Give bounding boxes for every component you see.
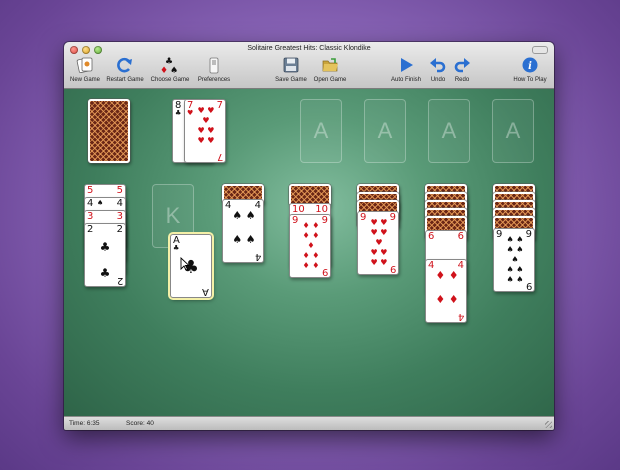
resize-grip[interactable] (545, 421, 552, 428)
choose-game-button[interactable]: ♣ ♦ ♠ Choose Game (148, 55, 192, 87)
mouse-pointer-icon (180, 256, 191, 274)
tableau-card[interactable]: 9 9 ♥ ♥ ♥ ♥ ♥ ♥ ♥ ♥ ♥ 9 (357, 211, 399, 275)
stock-pile[interactable] (88, 99, 130, 163)
redo-icon (450, 55, 474, 75)
restart-game-button[interactable]: Restart Game (104, 55, 146, 87)
card-pips: ♠ ♠ ♠ ♠ ♠ ♠ ♠ ♠ ♠ (506, 235, 524, 284)
card-pips: ♠ ♠ ♠ ♠ (232, 209, 256, 246)
restart-icon (104, 55, 146, 75)
card-pips: ♥ ♥ ♥ ♥ ♥ ♥ ♥ ♥ ♥ (370, 218, 388, 267)
card-pips: ♦ ♦ ♦ ♦ (435, 269, 459, 306)
window-title: Solitaire Greatest Hits: Classic Klondik… (247, 45, 371, 52)
foundation-slot-2[interactable]: A (364, 99, 406, 163)
tableau-card[interactable]: 4 4 ♦ ♦ ♦ ♦ 4 (425, 259, 467, 323)
tableau-card[interactable]: 4 4 ♠ ♠ ♠ ♠ 4 (222, 199, 264, 263)
auto-finish-button[interactable]: Auto Finish (388, 55, 424, 87)
folder-open-icon (310, 55, 350, 75)
info-icon: i (510, 55, 550, 75)
tableau-card[interactable]: 9 9 ♠ ♠ ♠ ♠ ♠ ♠ ♠ ♠ ♠ 9 (493, 228, 535, 292)
card-pips: ♦ ♦ ♦ ♦ ♦ ♦ ♦ ♦ ♦ (302, 221, 320, 270)
svg-text:♦: ♦ (160, 66, 168, 75)
foundation-slot-1[interactable]: A (300, 99, 342, 163)
status-bar: Time: 6:35 Score: 40 (64, 416, 554, 430)
save-game-button[interactable]: Save Game (272, 55, 310, 87)
redo-button[interactable]: Redo (450, 55, 474, 87)
game-table: 8 ♣ 7 7 ♥ ♥ ♥ ♥ ♥ ♥ ♥ ♥ 7 A A A A 55 44 … (64, 89, 554, 417)
foundation-slot-3[interactable]: A (428, 99, 470, 163)
title-bar: Solitaire Greatest Hits: Classic Klondik… (64, 42, 554, 89)
tableau-card[interactable]: 9 9 ♦ ♦ ♦ ♦ ♦ ♦ ♦ ♦ ♦ 9 (289, 214, 331, 278)
undo-icon (426, 55, 450, 75)
preferences-button[interactable]: Preferences (194, 55, 234, 87)
new-game-icon (68, 55, 102, 75)
switch-icon (194, 55, 234, 75)
how-to-play-button[interactable]: i How To Play (510, 55, 550, 87)
play-icon (388, 55, 424, 75)
time-display: Time: 6:35 (69, 420, 100, 427)
svg-text:i: i (528, 61, 532, 72)
foundation-slot-4[interactable]: A (492, 99, 534, 163)
undo-button[interactable]: Undo (426, 55, 450, 87)
card-pips: ♥ ♥ ♥ ♥ ♥ ♥ ♥ (197, 106, 215, 145)
floppy-disk-icon (272, 55, 310, 75)
open-game-button[interactable]: Open Game (310, 55, 350, 87)
score-display: Score: 40 (126, 420, 154, 427)
card-suits-icon: ♣ ♦ ♠ (148, 55, 192, 76)
new-game-button[interactable]: New Game (68, 55, 102, 87)
tableau-card[interactable]: 2 2 ♣ ♣ 2 (84, 223, 126, 287)
game-window: Solitaire Greatest Hits: Classic Klondik… (64, 42, 554, 430)
waste-card-top[interactable]: 7 7 ♥ ♥ ♥ ♥ ♥ ♥ ♥ ♥ 7 (184, 99, 226, 163)
dragged-card[interactable]: A ♣ ♣ A (170, 234, 212, 298)
svg-text:♠: ♠ (170, 66, 178, 75)
